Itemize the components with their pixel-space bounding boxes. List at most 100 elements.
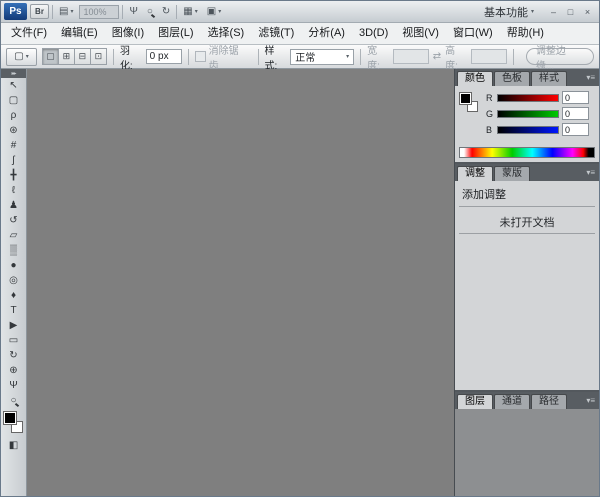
width-input xyxy=(393,49,429,64)
separator xyxy=(122,5,123,19)
feather-input[interactable]: 0 px xyxy=(146,49,182,64)
dodge-tool-icon: ◎ xyxy=(9,276,18,286)
crop-tool-icon: # xyxy=(11,141,17,151)
intersect-selection-button[interactable]: ⊡ xyxy=(90,48,107,65)
antialias-checkbox[interactable] xyxy=(195,51,206,62)
tool-type[interactable]: T xyxy=(1,303,26,318)
tab-swatches[interactable]: 色板 xyxy=(494,71,530,86)
zoom-tool-button[interactable]: ○ xyxy=(144,4,156,20)
foreground-color-swatch[interactable] xyxy=(460,93,471,104)
tool-gradient[interactable]: ▒ xyxy=(1,243,26,258)
arrange-documents-button[interactable]: ▦ ▾ xyxy=(180,4,200,20)
blue-slider[interactable] xyxy=(497,126,559,134)
tool-history-brush[interactable]: ↺ xyxy=(1,213,26,228)
tool-rectangle[interactable]: ▭ xyxy=(1,333,26,348)
tab-layers[interactable]: 图层 xyxy=(457,394,493,409)
tool-zoom[interactable]: ○ xyxy=(1,393,26,408)
tab-paths[interactable]: 路径 xyxy=(531,394,567,409)
tools-panel-header[interactable]: ▸▸ xyxy=(1,69,26,78)
blue-slider-row: B 0 xyxy=(486,123,589,136)
view-extras-button[interactable]: ▤ ▾ xyxy=(56,4,76,20)
tab-adjustments[interactable]: 调整 xyxy=(457,166,493,181)
tool-spot-healing-brush[interactable]: ╋ xyxy=(1,168,26,183)
refine-edge-button: 调整边缘... xyxy=(526,48,594,65)
color-swatch-widget xyxy=(459,92,483,116)
menu-item-view[interactable]: 视图(V) xyxy=(395,23,446,44)
blur-tool-icon: ● xyxy=(10,261,16,271)
height-label: 高度: xyxy=(445,42,468,72)
menu-item-edit[interactable]: 编辑(E) xyxy=(54,23,105,44)
selection-mode-group: ▢ ⊞ ⊟ ⊡ xyxy=(43,48,107,65)
menu-item-analysis[interactable]: 分析(A) xyxy=(301,23,352,44)
tab-styles[interactable]: 样式 xyxy=(531,71,567,86)
hand-icon: Ψ xyxy=(129,6,137,17)
tab-masks[interactable]: 蒙版 xyxy=(494,166,530,181)
workspace-switcher[interactable]: 基本功能 ▾ xyxy=(480,4,538,20)
chevron-down-icon: ▾ xyxy=(531,8,534,15)
swap-dimensions-icon: ⇄ xyxy=(433,51,441,62)
subtract-from-selection-button[interactable]: ⊟ xyxy=(74,48,91,65)
style-value: 正常 xyxy=(295,49,315,64)
menu-item-file[interactable]: 文件(F) xyxy=(4,23,54,44)
view-extras-icon: ▤ xyxy=(59,6,68,17)
foreground-color-swatch[interactable] xyxy=(4,412,16,424)
tool-hand[interactable]: Ψ xyxy=(1,378,26,393)
add-to-selection-button[interactable]: ⊞ xyxy=(58,48,75,65)
tool-preset-picker[interactable]: ▢ ▾ xyxy=(6,48,37,66)
panel-menu-icon[interactable]: ▾≡ xyxy=(586,73,595,82)
maximize-button[interactable]: □ xyxy=(564,6,577,18)
tool-blur[interactable]: ● xyxy=(1,258,26,273)
tool-3d-orbit[interactable]: ⊕ xyxy=(1,363,26,378)
tab-channels[interactable]: 通道 xyxy=(494,394,530,409)
blue-value-input[interactable]: 0 xyxy=(562,123,589,136)
color-spectrum-ramp[interactable] xyxy=(459,147,595,158)
tool-crop[interactable]: # xyxy=(1,138,26,153)
zoom-level-field[interactable]: 100% xyxy=(79,5,119,19)
magnifier-icon: ○ xyxy=(147,6,153,17)
tool-eyedropper[interactable]: ʃ xyxy=(1,153,26,168)
tool-clone-stamp[interactable]: ♟ xyxy=(1,198,26,213)
color-panel-body: R 0 G 0 B 0 xyxy=(455,86,599,162)
tool-3d-rotate[interactable]: ↻ xyxy=(1,348,26,363)
new-selection-button[interactable]: ▢ xyxy=(42,48,59,65)
minimize-button[interactable]: – xyxy=(547,6,560,18)
photoshop-logo[interactable]: Ps xyxy=(4,3,27,20)
tab-color[interactable]: 颜色 xyxy=(457,71,493,86)
workspace-area: ▸▸ ↖ ▢ ρ ⊛ # ʃ ╋ ℓ ♟ ↺ ▱ ▒ ● ◎ ♦ T ▶ ▭ ↻… xyxy=(1,69,599,496)
red-slider[interactable] xyxy=(497,94,559,102)
arrange-documents-icon: ▦ xyxy=(183,6,192,17)
panel-menu-icon[interactable]: ▾≡ xyxy=(586,168,595,177)
3d-orbit-tool-icon: ⊕ xyxy=(9,366,17,376)
red-channel-label: R xyxy=(486,93,494,103)
quick-mask-button[interactable]: ◧ xyxy=(1,438,26,453)
green-slider[interactable] xyxy=(497,110,559,118)
tool-quick-selection[interactable]: ⊛ xyxy=(1,123,26,138)
tool-rectangular-marquee[interactable]: ▢ xyxy=(1,93,26,108)
rotate-view-button[interactable]: ↻ xyxy=(159,4,173,20)
green-value-input[interactable]: 0 xyxy=(562,107,589,120)
red-value-input[interactable]: 0 xyxy=(562,91,589,104)
eraser-tool-icon: ▱ xyxy=(10,231,18,241)
tool-eraser[interactable]: ▱ xyxy=(1,228,26,243)
rotate-view-icon: ↻ xyxy=(162,6,170,17)
healing-brush-tool-icon: ╋ xyxy=(10,171,16,181)
tool-brush[interactable]: ℓ xyxy=(1,183,26,198)
collapse-icon: ▸▸ xyxy=(11,70,15,77)
tool-lasso[interactable]: ρ xyxy=(1,108,26,123)
screen-mode-button[interactable]: ▣ ▾ xyxy=(204,4,224,20)
launch-bridge-button[interactable]: Br xyxy=(30,4,49,19)
tool-path-selection[interactable]: ▶ xyxy=(1,318,26,333)
tool-pen[interactable]: ♦ xyxy=(1,288,26,303)
divider xyxy=(459,233,595,234)
hand-tool-button[interactable]: Ψ xyxy=(126,4,140,20)
green-slider-row: G 0 xyxy=(486,107,589,120)
application-bar: Ps Br ▤ ▾ 100% Ψ ○ ↻ ▦ ▾ ▣ ▾ 基本功能 ▾ xyxy=(1,1,599,23)
style-select[interactable]: 正常 ▾ xyxy=(290,49,354,65)
hand-tool-icon: Ψ xyxy=(9,381,17,391)
close-button[interactable]: × xyxy=(581,6,594,18)
menu-item-layer[interactable]: 图层(L) xyxy=(151,23,200,44)
panel-menu-icon[interactable]: ▾≡ xyxy=(586,396,595,405)
tool-dodge[interactable]: ◎ xyxy=(1,273,26,288)
tool-move[interactable]: ↖ xyxy=(1,78,26,93)
color-panel-group: 颜色 色板 样式 ▾≡ R 0 G xyxy=(455,69,599,162)
